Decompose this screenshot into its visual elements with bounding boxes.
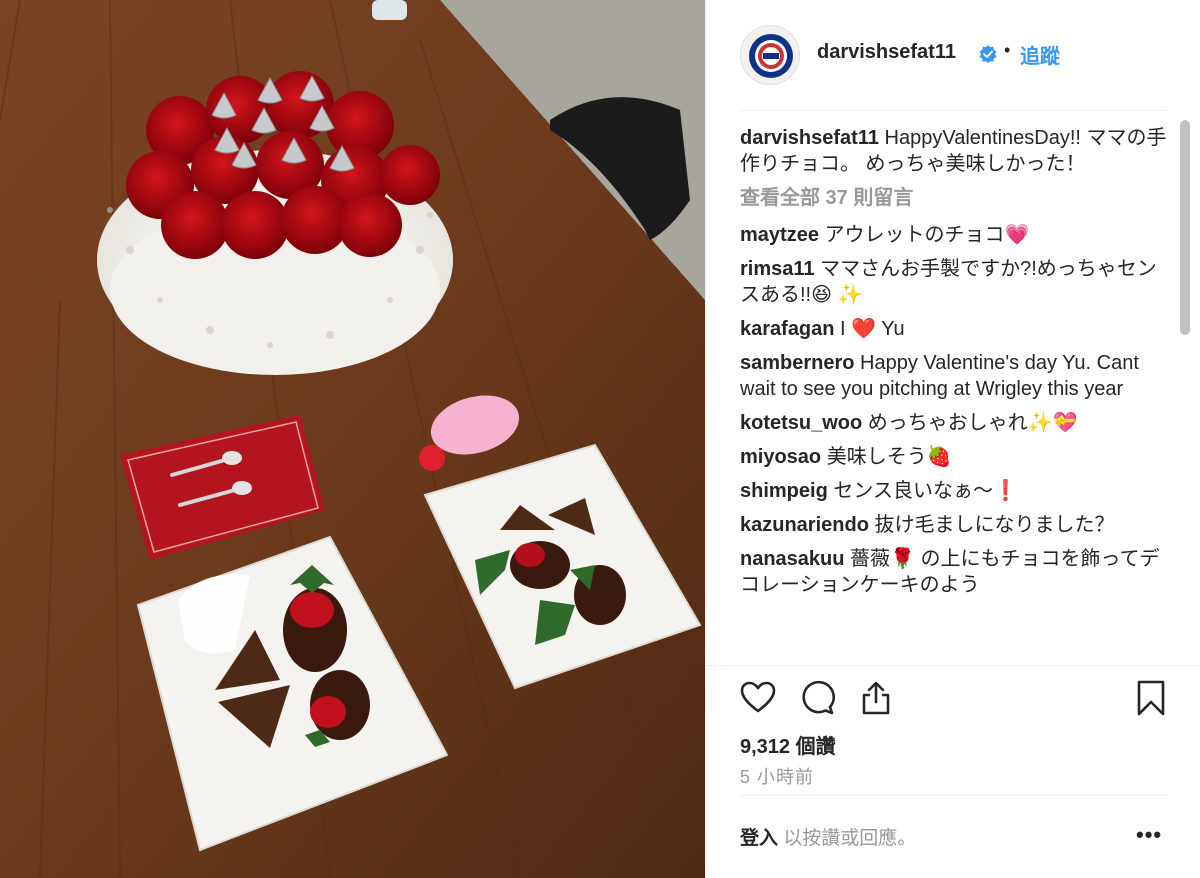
follow-button[interactable]: 追蹤 xyxy=(1020,40,1060,69)
avatar[interactable] xyxy=(740,25,800,85)
view-all-comments-link[interactable]: 查看全部 37 則留言 xyxy=(740,185,1170,211)
list-item: rimsa11 ママさんお手製ですか?!めっちゃセンスある!!😆 ✨ xyxy=(740,256,1170,308)
post-timestamp[interactable]: 5 小時前 xyxy=(740,763,814,789)
verified-badge-icon xyxy=(979,45,997,63)
scrollbar-thumb[interactable] xyxy=(1180,120,1190,335)
list-item: shimpeig センス良いなぁ～❗️ xyxy=(740,478,1170,504)
list-item: nanasakuu 薔薇🌹 の上にもチョコを飾ってデコレーションケーキのよう xyxy=(740,546,1170,598)
more-options-button[interactable]: ••• xyxy=(1136,822,1162,848)
post-side-panel: darvishsefat11 • 追蹤 darvishsefat11 Happy… xyxy=(705,0,1200,878)
login-prompt-text: 以按讚或回應。 xyxy=(778,828,917,849)
list-item: miyosao 美味しそう🍓 xyxy=(740,444,1170,470)
login-link[interactable]: 登入 xyxy=(740,828,778,849)
list-item: kotetsu_woo めっちゃおしゃれ✨💝 xyxy=(740,410,1170,436)
list-item: karafagan I ❤️ Yu xyxy=(740,316,1170,342)
comment-username[interactable]: kotetsu_woo xyxy=(740,412,862,434)
comment-text: アウレットのチョコ💗 xyxy=(818,224,1030,246)
list-item: maytzee アウレットのチョコ💗 xyxy=(740,222,1170,248)
comment-username[interactable]: sambernero xyxy=(740,352,855,374)
post-author-username[interactable]: darvishsefat11 xyxy=(817,41,956,64)
login-prompt: 登入 以按讚或回應。 xyxy=(740,823,916,850)
share-icon[interactable] xyxy=(858,680,894,716)
comment-text: I ❤️ Yu xyxy=(834,318,905,340)
comments-list[interactable]: darvishsefat11 HappyValentinesDay!! ママの手… xyxy=(740,125,1170,665)
comment-text: めっちゃおしゃれ✨💝 xyxy=(862,412,1078,434)
comment-username[interactable]: rimsa11 xyxy=(740,258,815,280)
comment-text: 抜け毛ましになりました？ xyxy=(868,514,1115,536)
comment-text: 美味しそう🍓 xyxy=(821,446,952,468)
action-bar xyxy=(740,680,1170,720)
comment-icon[interactable] xyxy=(799,680,835,716)
footer-divider xyxy=(740,795,1166,796)
photo-illustration xyxy=(0,0,705,878)
comment-username[interactable]: nanasakuu xyxy=(740,548,844,570)
comment-username[interactable]: shimpeig xyxy=(740,480,828,502)
cubs-logo-icon xyxy=(741,26,799,84)
caption: darvishsefat11 HappyValentinesDay!! ママの手… xyxy=(740,125,1170,177)
list-item: kazunariendo 抜け毛ましになりました？ xyxy=(740,512,1170,538)
comments-scrollbar[interactable] xyxy=(1180,120,1190,335)
post-header: darvishsefat11 • 追蹤 xyxy=(706,0,1200,110)
header-divider xyxy=(740,110,1166,111)
list-item: sambernero Happy Valentine's day Yu. Can… xyxy=(740,350,1170,402)
comment-username[interactable]: karafagan xyxy=(740,318,835,340)
comment-username[interactable]: darvishsefat11 xyxy=(740,127,879,149)
comment-username[interactable]: kazunariendo xyxy=(740,514,869,536)
comment-text: センス良いなぁ～❗️ xyxy=(827,480,1018,502)
heart-icon[interactable] xyxy=(740,680,776,716)
separator-dot: • xyxy=(1004,40,1011,60)
post-photo[interactable] xyxy=(0,0,705,878)
comment-username[interactable]: miyosao xyxy=(740,446,821,468)
like-count[interactable]: 9,312 個讚 xyxy=(740,730,836,759)
bookmark-icon[interactable] xyxy=(1133,680,1169,716)
comment-username[interactable]: maytzee xyxy=(740,224,819,246)
actions-divider xyxy=(706,665,1200,666)
